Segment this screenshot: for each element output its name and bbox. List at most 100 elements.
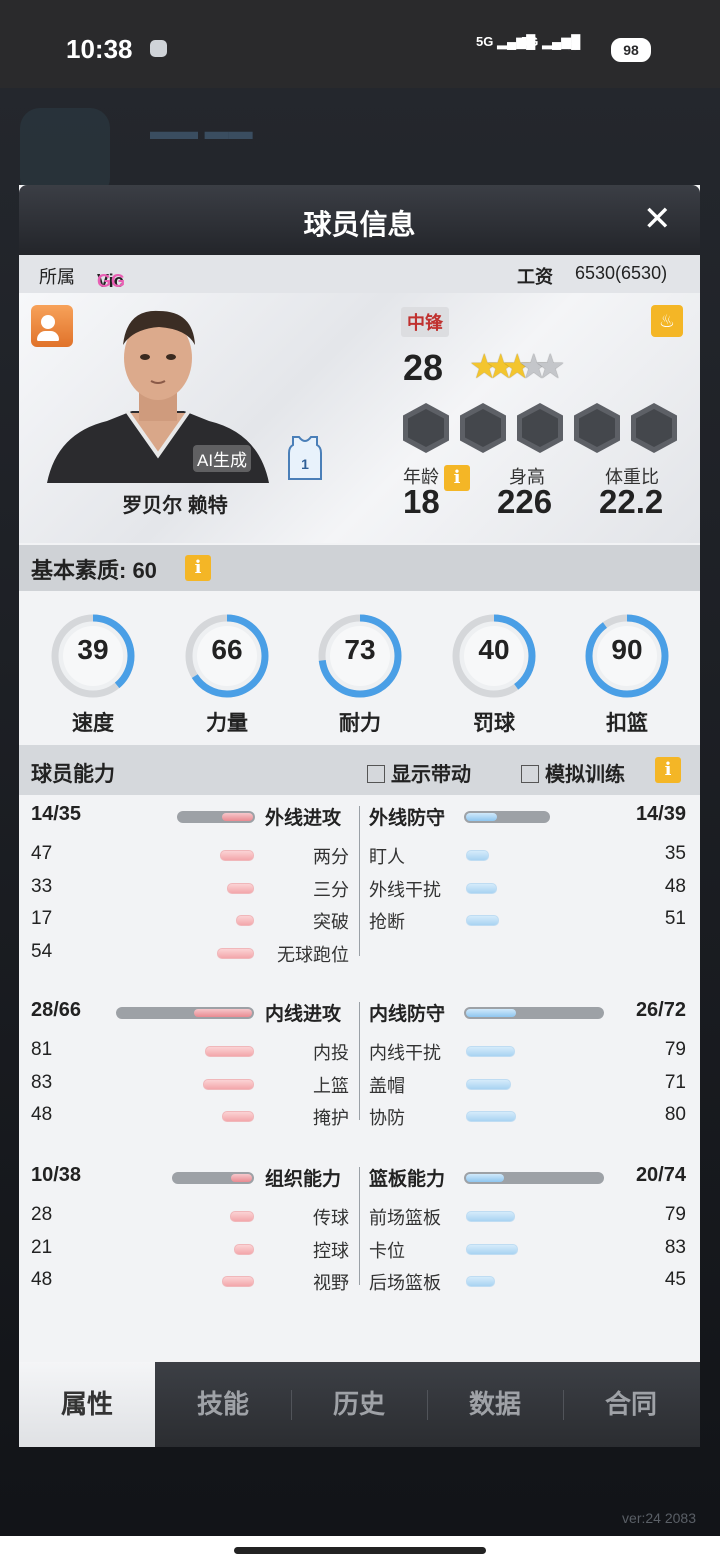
bmi-value: 22.2 (599, 483, 664, 520)
dialog-header: 球员信息 ✕ (19, 185, 700, 255)
attr-bar (234, 1243, 254, 1255)
attr-value: 48 (31, 1269, 53, 1290)
attr-label: 前场篮板 (369, 1208, 441, 1228)
dialog-title: 球员信息 (303, 209, 416, 240)
group-right-name: 内线防守 (369, 1004, 446, 1025)
attr-label: 协防 (369, 1108, 405, 1128)
status-bar: 10:38 5G ▂▄▆█ 5G ▂▄▆█ ◔ 98 (0, 0, 720, 88)
tab-4[interactable]: 合同 (563, 1362, 699, 1447)
badge-slot-3-icon[interactable] (517, 403, 563, 453)
team-info-bar: 所属 Vic圣-GG棒 工资 6530(6530) (19, 255, 700, 316)
group-right-name: 篮板能力 (369, 1169, 446, 1190)
salary-label: 工资 (517, 267, 553, 287)
tab-2[interactable]: 历史 (291, 1362, 427, 1447)
star-filled-icon: ★ (501, 348, 533, 386)
player-info-dialog: 球员信息 ✕ 所属 Vic圣-GG棒 工资 6530(6530) AI生成 (19, 185, 700, 1447)
attr-value: 35 (664, 843, 686, 864)
attr-label: 三分 (313, 879, 349, 900)
player-card: AI生成 1 罗贝尔 赖特 中锋 ♨ 28 ★★★★★ 年龄 i 身高 体重比 … (19, 293, 700, 543)
attr-label: 盯人 (369, 847, 405, 867)
stat-gauge: 90 扣篮 (582, 611, 672, 735)
group-right-score: 20/74 (635, 1164, 686, 1186)
overall-rating: 28 (403, 347, 444, 388)
group-left-score: 28/66 (31, 999, 82, 1021)
home-indicator[interactable] (234, 1547, 486, 1554)
jersey-number: 1 (301, 456, 309, 472)
attr-bar (466, 1211, 515, 1222)
attr-value: 48 (664, 875, 686, 897)
stat-value: 73 (344, 634, 376, 665)
group-left-score: 10/38 (31, 1164, 82, 1186)
group-right-bar (464, 1172, 604, 1184)
attr-bar (203, 1078, 254, 1090)
ability-panel: 14/35 外线进攻 外线防守 14/39 47 两分 33 三分 17 突破 54 无球跑位 盯人 35… (19, 797, 700, 1357)
attr-label: 上篮 (313, 1075, 349, 1096)
stat-gauge: 39 速度 (48, 611, 138, 735)
age-info-icon[interactable]: i (444, 465, 471, 492)
close-icon[interactable]: ✕ (643, 199, 672, 239)
simulate-training-checkbox[interactable]: 模拟训练 (521, 758, 625, 787)
stat-label: 速度 (72, 712, 114, 735)
badge-slot-5-icon[interactable] (631, 403, 677, 453)
show-boost-checkbox[interactable]: 显示带动 (367, 758, 471, 787)
attr-value: 54 (31, 940, 53, 962)
attr-value: 79 (664, 1204, 686, 1225)
fire-icon[interactable]: ♨ (651, 305, 683, 337)
star-rating: ★★★★★ (469, 347, 566, 387)
attr-bar (466, 882, 497, 894)
stat-value: 90 (611, 634, 643, 665)
basic-info-icon[interactable]: i (185, 555, 211, 581)
badge-slot-1-icon[interactable] (403, 403, 449, 453)
attr-label: 无球跑位 (277, 944, 349, 965)
stat-gauge: 66 力量 (182, 611, 272, 735)
tab-1[interactable]: 技能 (155, 1362, 291, 1447)
star-filled-icon: ★ (469, 348, 500, 386)
group-left-score: 14/35 (31, 803, 82, 825)
group-right-score: 14/39 (635, 803, 686, 825)
group-right-score: 26/72 (635, 999, 686, 1021)
ai-generated-tag: AI生成 (193, 445, 252, 472)
attr-bar (222, 1276, 254, 1287)
stat-label: 罚球 (473, 712, 515, 735)
salary-value: 6530(6530) (575, 263, 668, 283)
wifi-icon: ◔ (566, 36, 579, 58)
stat-value: 66 (211, 634, 243, 665)
wechat-notification-icon (150, 40, 167, 57)
height-value: 226 (497, 483, 553, 520)
badge-slot-4-icon[interactable] (574, 403, 620, 453)
tab-3[interactable]: 数据 (427, 1362, 563, 1447)
stat-value: 40 (478, 634, 510, 665)
attr-value: 83 (31, 1071, 53, 1093)
attr-label: 后场篮板 (369, 1273, 441, 1293)
attr-value: 81 (31, 1039, 53, 1060)
attr-bar (230, 1211, 254, 1222)
ability-info-icon[interactable]: i (655, 757, 681, 783)
background-team-name: ▬▬ ▬▬ (150, 118, 253, 145)
group-left-bar (177, 811, 255, 823)
age-value: 18 (403, 483, 440, 520)
star-empty-icon: ★ (534, 348, 566, 386)
badge-slot-2-icon[interactable] (460, 403, 506, 453)
attr-bar (466, 1111, 516, 1122)
basic-stats-gauges: 39 速度 66 力量 73 耐力 40 罚球 90 扣篮 (19, 591, 700, 743)
stat-label: 扣篮 (606, 712, 648, 735)
group-right-name: 外线防守 (369, 808, 446, 829)
stat-gauge: 40 罚球 (449, 611, 539, 735)
attr-value: 21 (31, 1236, 53, 1258)
ability-header: 球员能力 显示带动 模拟训练 i (19, 745, 700, 795)
attr-bar (222, 1111, 254, 1122)
attr-value: 79 (664, 1039, 686, 1060)
attr-value: 51 (664, 908, 686, 929)
attr-value: 83 (664, 1236, 686, 1258)
attr-value: 28 (31, 1204, 53, 1225)
attr-label: 两分 (313, 847, 349, 867)
ability-title: 球员能力 (31, 763, 115, 786)
attr-value: 80 (664, 1104, 686, 1125)
stat-label: 耐力 (339, 712, 381, 735)
attr-value: 33 (31, 875, 53, 897)
tab-0[interactable]: 属性 (19, 1362, 155, 1447)
bottom-tabs: 属性 技能 历史 数据 合同 (19, 1362, 700, 1447)
tab-separator (291, 1390, 292, 1420)
tab-separator (427, 1390, 428, 1420)
clock: 10:38 (66, 34, 133, 64)
